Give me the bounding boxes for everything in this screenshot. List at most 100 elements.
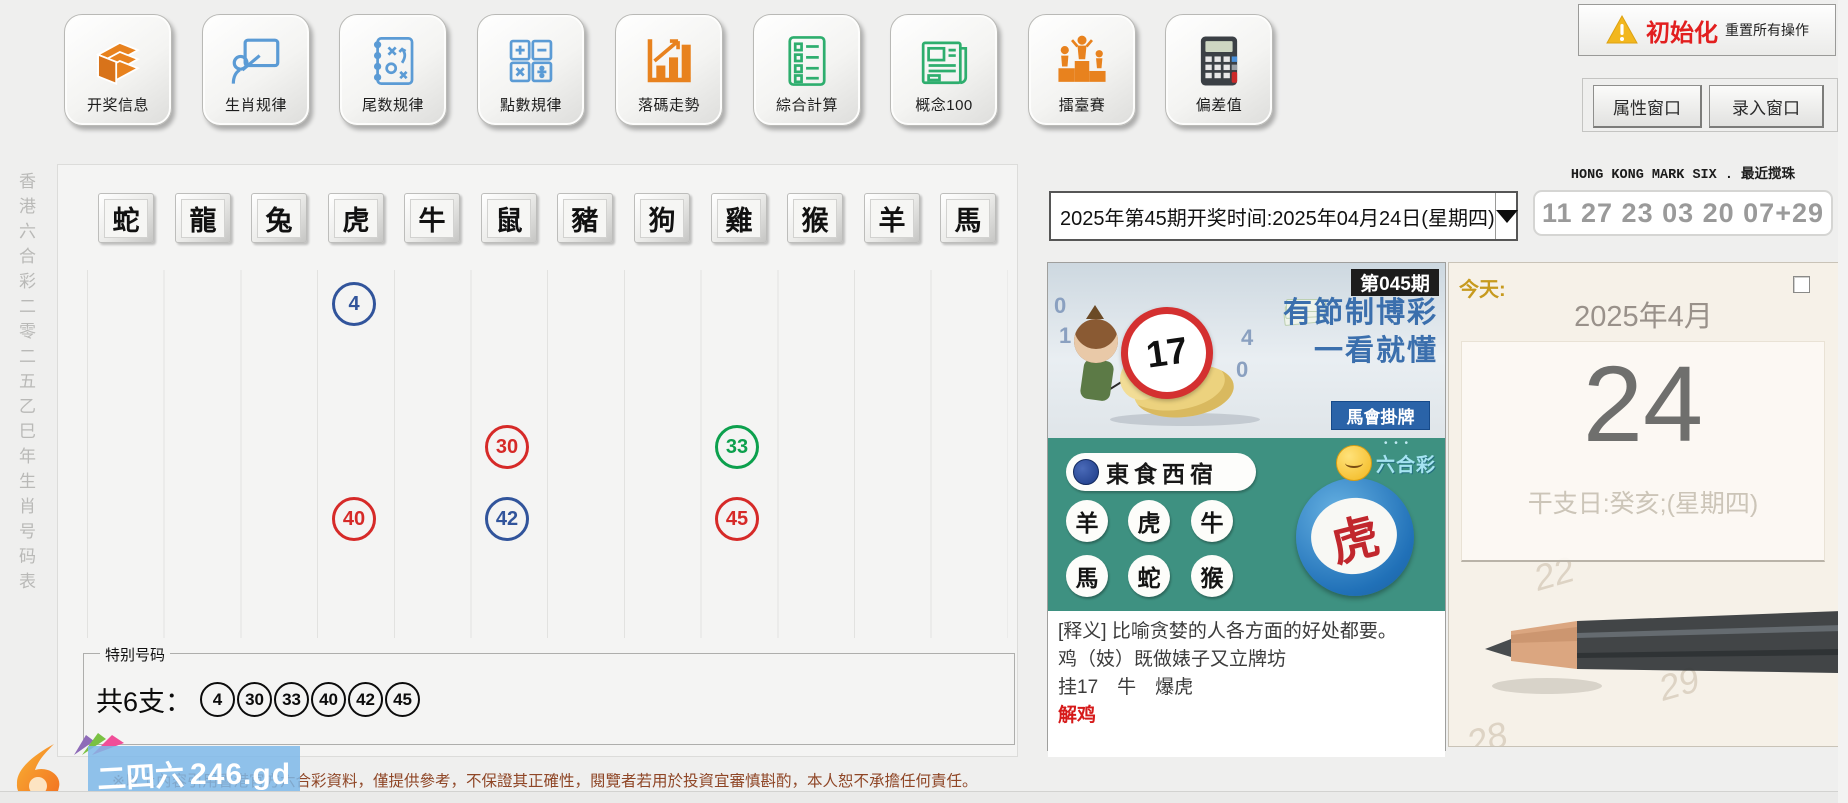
window-buttons-group: 属性窗口 录入窗口 xyxy=(1582,78,1838,132)
meaning-answer: 解鸡 xyxy=(1058,702,1435,730)
entry-window-label: 录入窗口 xyxy=(1732,94,1800,119)
side-vertical-title: 香港六合彩二零二五乙巳年生肖号码表 xyxy=(13,172,38,597)
zodiac-button-monkey[interactable]: 猴 xyxy=(787,193,843,243)
promo-card: 第045期 0 1 4 0 17 有節制博彩 一看就懂 馬會掛牌 xyxy=(1047,262,1446,751)
initialize-sublabel: 重置所有操作 xyxy=(1725,20,1809,40)
toolbar-button-tail-rules[interactable]: 尾数规律 xyxy=(339,14,447,126)
promo-slogan-line1: 有節制博彩 xyxy=(1283,289,1438,331)
cartoon-character-body xyxy=(1079,358,1114,402)
number-ball-45: 45 xyxy=(715,497,759,541)
watermark-domain-text: 246.gd xyxy=(190,758,291,792)
meaning-line-2: 鸡（妓）既做婊子又立牌坊 xyxy=(1058,646,1435,674)
chevron-down-icon xyxy=(1496,210,1518,234)
idiom-meaning-text: [释义] 比喻贪婪的人各方面的好处都要。 鸡（妓）既做婊子又立牌坊 挂17 牛 … xyxy=(1048,611,1445,757)
zodiac-button-goat[interactable]: 羊 xyxy=(864,193,920,243)
zodiac-label: 兔 xyxy=(257,199,301,238)
special-ball: 33 xyxy=(274,682,309,717)
math-ops-icon xyxy=(502,32,560,90)
toolbar-button-arena[interactable]: 擂臺賽 xyxy=(1028,14,1136,126)
calendar-month: 2025年4月 xyxy=(1449,293,1838,335)
initialize-button[interactable]: 初始化 重置所有操作 xyxy=(1578,4,1836,56)
bar-chart-icon xyxy=(640,32,698,90)
zodiac-grid xyxy=(87,270,1008,638)
zodiac-button-ox[interactable]: 牛 xyxy=(404,193,460,243)
mascot-icon xyxy=(1336,445,1372,481)
promo-banner-image: 第045期 0 1 4 0 17 有節制博彩 一看就懂 馬會掛牌 xyxy=(1048,263,1445,611)
toolbar-button-label: 偏差值 xyxy=(1196,94,1243,115)
zodiac-chart-panel: 蛇 龍 兔 虎 牛 鼠 豬 狗 雞 猴 羊 馬 4 30 33 40 42 45… xyxy=(57,164,1018,757)
zodiac-label: 羊 xyxy=(870,199,914,238)
calendar-checkbox[interactable] xyxy=(1793,276,1810,293)
zodiac-button-rabbit[interactable]: 兔 xyxy=(251,193,307,243)
special-numbers-legend: 特别号码 xyxy=(100,644,170,665)
promo-digit: 0 xyxy=(1236,357,1248,383)
calendar-day-card: 24 干支日:癸亥;(星期四) xyxy=(1461,341,1825,562)
mark-six-source-label: HONG KONG MARK SIX . 最近搅珠 xyxy=(1533,162,1833,183)
window-right-edge xyxy=(1838,0,1848,803)
special-ball: 30 xyxy=(237,682,272,717)
sparkle-dots: • • • xyxy=(1384,438,1410,449)
window-bottom-edge xyxy=(0,791,1848,803)
strategy-icon xyxy=(364,32,422,90)
toolbar-button-concept-100[interactable]: 概念100 xyxy=(890,14,998,126)
zodiac-button-snake[interactable]: 蛇 xyxy=(98,193,154,243)
special-ball: 42 xyxy=(348,682,383,717)
meaning-line-3: 挂17 牛 爆虎 xyxy=(1058,674,1435,702)
toolbar-button-deviation[interactable]: 偏差值 xyxy=(1165,14,1273,126)
zodiac-button-tiger[interactable]: 虎 xyxy=(328,193,384,243)
zodiac-button-rooster[interactable]: 雞 xyxy=(711,193,767,243)
calendar-bg-number: 28 xyxy=(1462,713,1512,747)
number-ball-40: 40 xyxy=(332,497,376,541)
zodiac-button-dragon[interactable]: 龍 xyxy=(175,193,231,243)
toolbar-button-label: 尾数规律 xyxy=(362,94,424,115)
toolbar-button-label: 生肖规律 xyxy=(225,94,287,115)
toolbar-button-trend[interactable]: 落碼走勢 xyxy=(615,14,723,126)
special-count-label: 共6支： xyxy=(96,680,192,719)
number-ball-30: 30 xyxy=(485,425,529,469)
zodiac-button-dog[interactable]: 狗 xyxy=(634,193,690,243)
zodiac-label: 虎 xyxy=(334,199,378,238)
properties-window-button[interactable]: 属性窗口 xyxy=(1593,85,1702,128)
draw-period-selector[interactable]: 2025年第45期开奖时间:2025年04月24日(星期四) xyxy=(1049,191,1518,241)
number-ball-42: 42 xyxy=(485,497,529,541)
promo-zodiac-circle: 猴 xyxy=(1191,555,1233,597)
zodiac-button-rat[interactable]: 鼠 xyxy=(481,193,537,243)
medal-icon xyxy=(1073,459,1099,485)
zodiac-label: 馬 xyxy=(946,199,990,238)
lottery-ball: 虎 xyxy=(1296,478,1414,596)
mark-six-app-window: 开奖信息 生肖规律 尾数规律 點數規律 xyxy=(0,0,1848,803)
latest-draw-numbers: 11 27 23 03 20 07+29 xyxy=(1533,190,1833,236)
toolbar-button-points-rules[interactable]: 點數規律 xyxy=(477,14,585,126)
zodiac-button-horse[interactable]: 馬 xyxy=(940,193,996,243)
promo-zodiac-circle: 馬 xyxy=(1066,555,1108,597)
zodiac-label: 雞 xyxy=(717,199,761,238)
cartoon-character-head xyxy=(1074,319,1118,363)
toolbar-button-label: 點數規律 xyxy=(500,94,562,115)
promo-zodiac-circle: 羊 xyxy=(1066,500,1108,542)
calculator-icon xyxy=(1190,32,1248,90)
promo-digit: 1 xyxy=(1059,323,1071,349)
zodiac-label: 蛇 xyxy=(104,199,148,238)
toolbar-button-label: 概念100 xyxy=(915,94,973,115)
presenter-icon xyxy=(227,32,285,90)
idiom-pill: 東食西宿 xyxy=(1066,453,1256,491)
promo-zodiac-circle: 牛 xyxy=(1191,500,1233,542)
special-ball: 45 xyxy=(385,682,420,717)
zodiac-button-pig[interactable]: 豬 xyxy=(557,193,613,243)
entry-window-button[interactable]: 录入窗口 xyxy=(1709,85,1824,128)
dropdown-button[interactable] xyxy=(1495,193,1518,239)
promo-digit: 4 xyxy=(1241,325,1253,351)
checklist-icon xyxy=(778,32,836,90)
special-ball: 4 xyxy=(200,682,235,717)
warning-icon xyxy=(1605,14,1639,46)
toolbar-button-composite-calc[interactable]: 綜合計算 xyxy=(753,14,861,126)
books-icon xyxy=(89,32,147,90)
calendar-panel: 22 29 28 今天: 2025年4月 24 干支日:癸亥;(星期四) xyxy=(1448,262,1839,747)
calendar-ganzhi: 干支日:癸亥;(星期四) xyxy=(1462,484,1824,520)
zodiac-label: 狗 xyxy=(640,199,684,238)
special-numbers-row: 共6支： 4 30 33 40 42 45 xyxy=(96,680,422,719)
toolbar-button-draw-info[interactable]: 开奖信息 xyxy=(64,14,172,126)
toolbar-button-zodiac-rules[interactable]: 生肖规律 xyxy=(202,14,310,126)
initialize-label: 初始化 xyxy=(1646,13,1718,48)
mark-six-brand-logo: 六合彩 xyxy=(1376,450,1436,477)
